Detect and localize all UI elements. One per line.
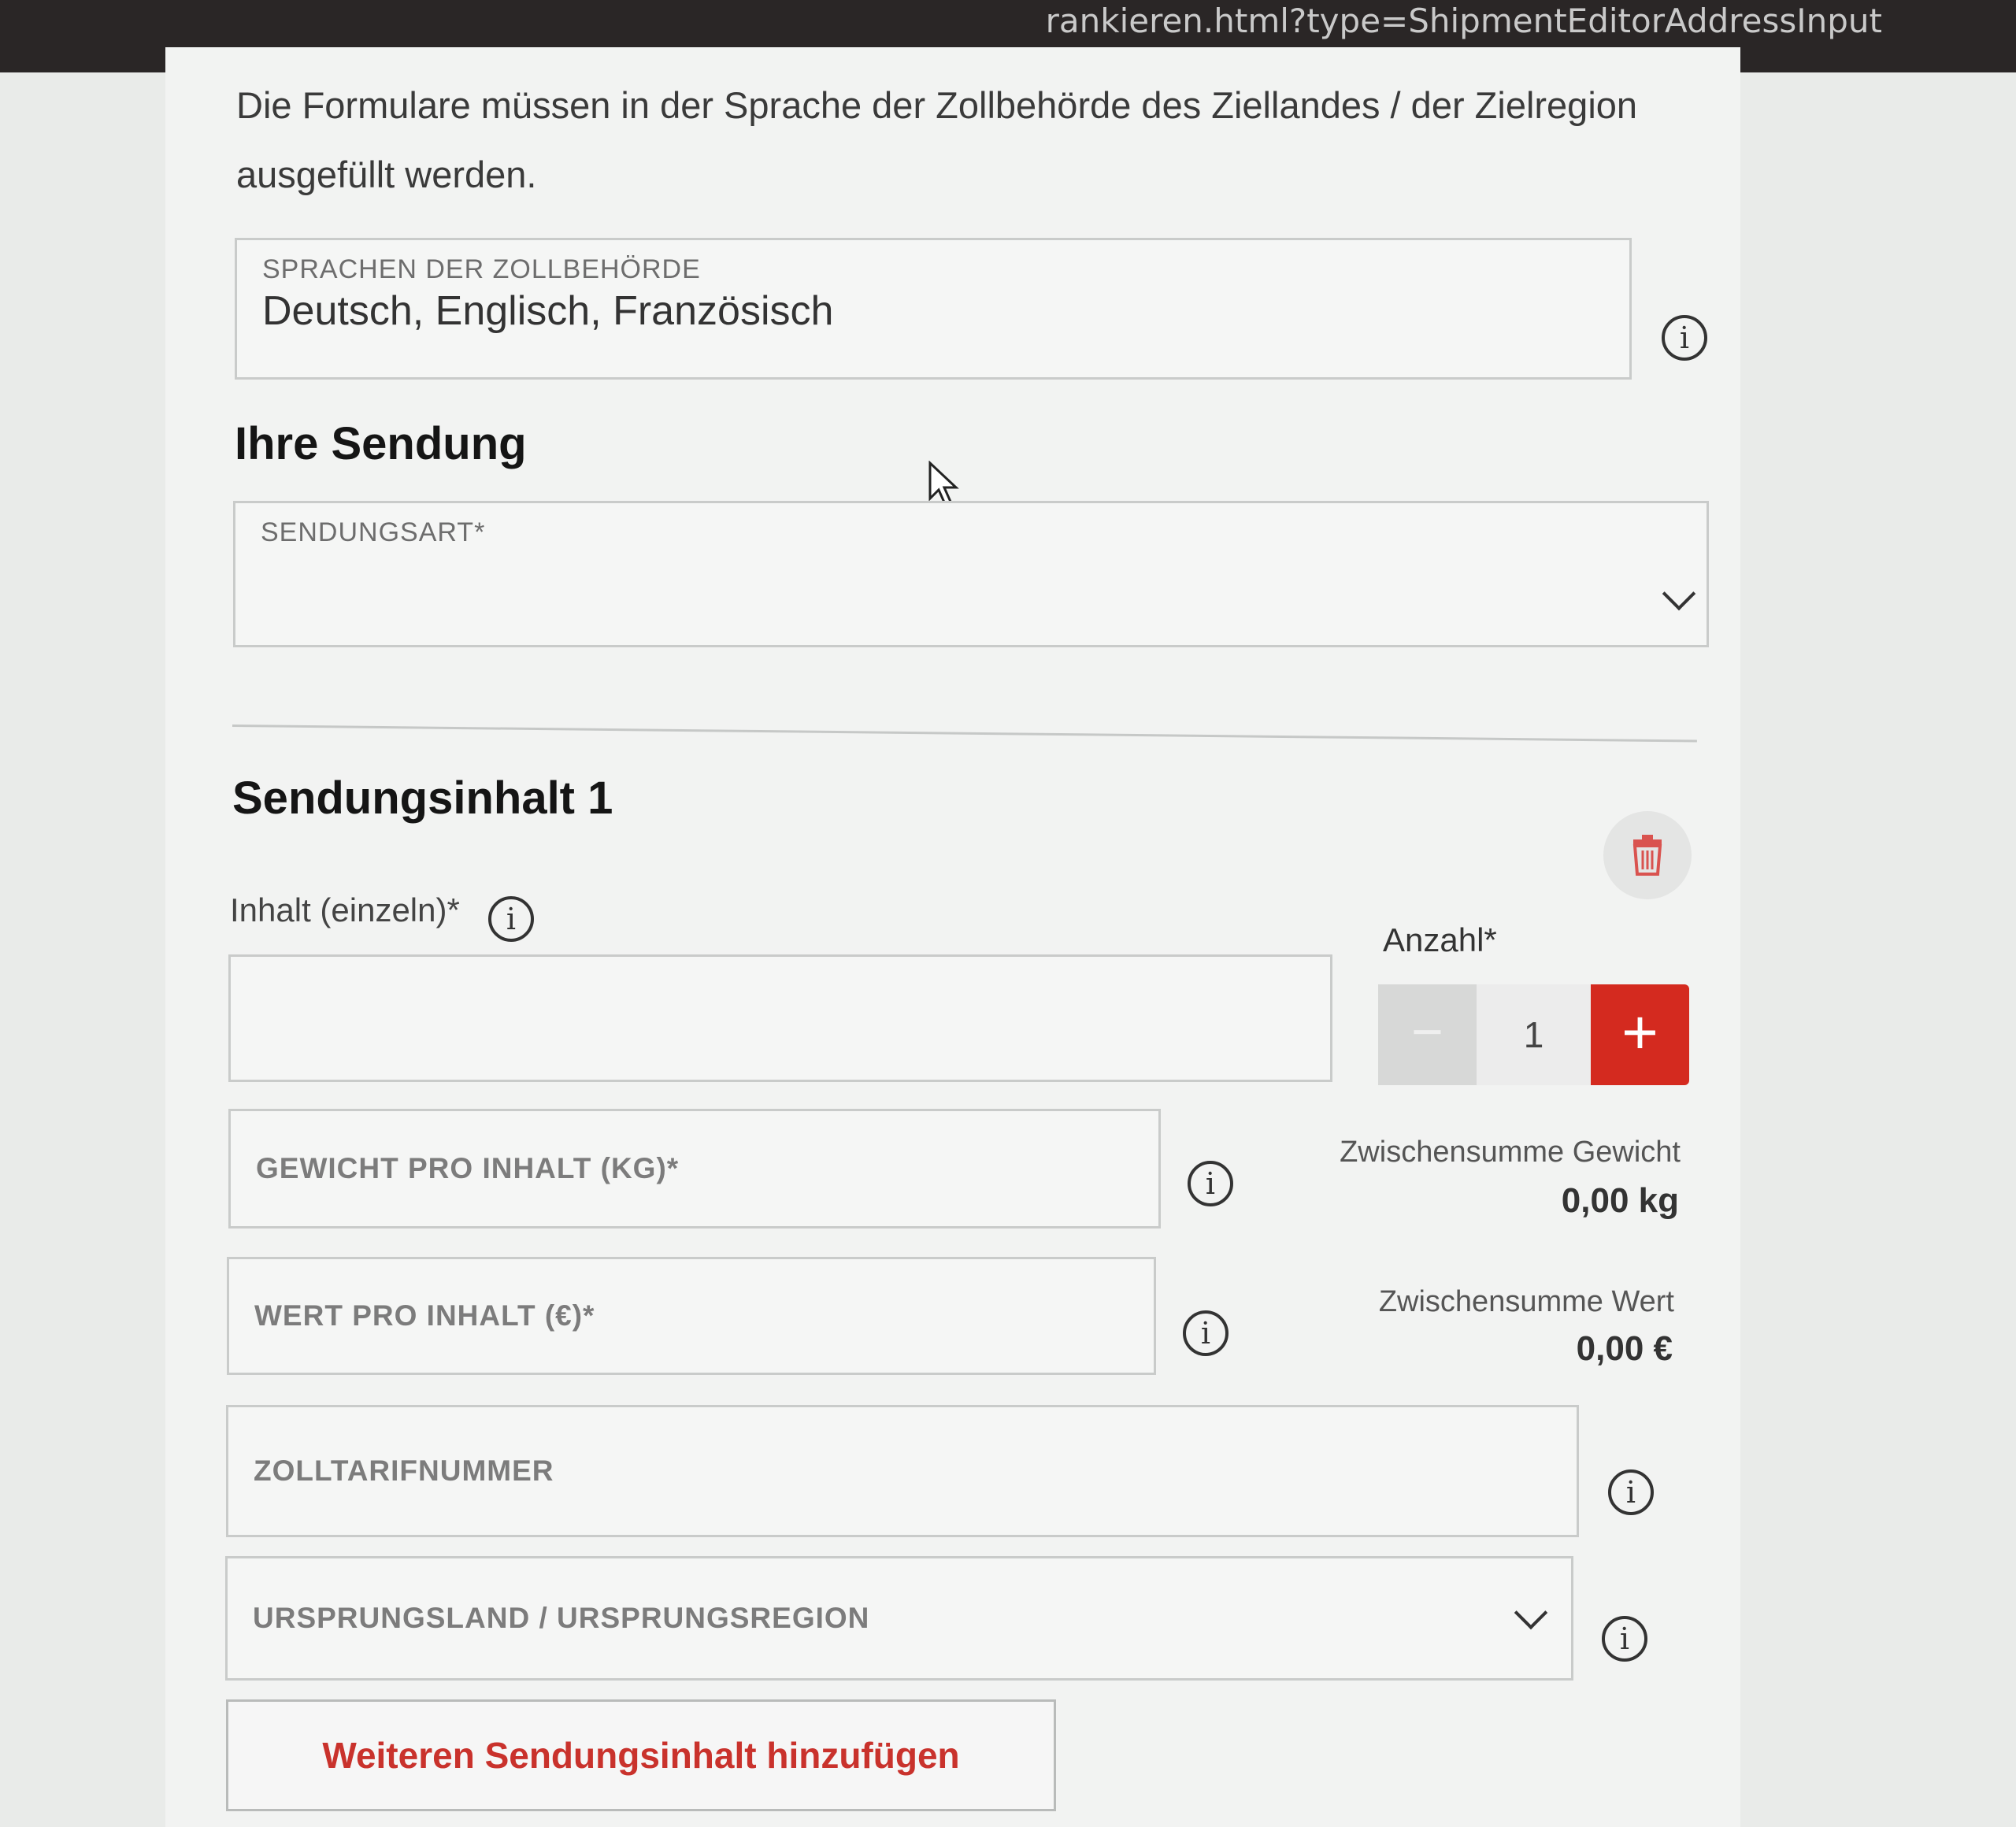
shipment-heading: Ihre Sendung (235, 418, 527, 469)
shipment-type-select[interactable]: SENDUNGSART* (233, 501, 1709, 647)
info-icon[interactable]: i (1602, 1616, 1647, 1662)
customs-language-label: SPRACHEN DER ZOLLBEHÖRDE (262, 254, 701, 284)
subtotal-weight-value: 0,00 kg (1561, 1181, 1679, 1220)
intro-text: Die Formulare müssen in der Sprache der … (236, 71, 1732, 209)
value-label: WERT PRO INHALT (€)* (254, 1299, 595, 1332)
tariff-number-input[interactable]: ZOLLTARIFNUMMER (226, 1405, 1579, 1537)
intro-line-1: Die Formulare müssen in der Sprache der … (236, 84, 1638, 126)
browser-url-text: rankieren.html?type=ShipmentEditorAddres… (1045, 2, 1882, 40)
plus-icon[interactable]: + (1591, 984, 1689, 1085)
trash-icon (1632, 835, 1662, 876)
quantity-stepper[interactable]: − 1 + (1378, 984, 1689, 1085)
subtotal-value-label: Zwischensumme Wert (1378, 1285, 1674, 1318)
info-icon[interactable]: i (1608, 1469, 1654, 1515)
minus-icon[interactable]: − (1378, 984, 1477, 1085)
origin-country-select[interactable]: URSPRUNGSLAND / URSPRUNGSREGION (225, 1556, 1573, 1681)
origin-country-label: URSPRUNGSLAND / URSPRUNGSREGION (253, 1602, 870, 1634)
delete-content-button[interactable] (1603, 811, 1692, 899)
chevron-down-icon (1662, 576, 1696, 611)
subtotal-weight-label: Zwischensumme Gewicht (1340, 1136, 1681, 1169)
info-icon[interactable]: i (1662, 315, 1707, 361)
subtotal-value-value: 0,00 € (1576, 1329, 1673, 1368)
add-content-button[interactable]: Weiteren Sendungsinhalt hinzufügen (226, 1699, 1056, 1811)
weight-label: GEWICHT PRO INHALT (KG)* (256, 1152, 680, 1184)
quantity-value[interactable]: 1 (1477, 984, 1591, 1085)
chevron-down-icon (1514, 1595, 1548, 1630)
customs-language-field[interactable]: SPRACHEN DER ZOLLBEHÖRDE Deutsch, Englis… (235, 238, 1632, 380)
weight-input[interactable]: GEWICHT PRO INHALT (KG)* (228, 1109, 1161, 1228)
intro-line-2: ausgefüllt werden. (236, 154, 537, 195)
item-label: Inhalt (einzeln)* (230, 891, 460, 928)
content-heading: Sendungsinhalt 1 (232, 773, 613, 824)
value-input[interactable]: WERT PRO INHALT (€)* (227, 1257, 1156, 1375)
shipment-type-label: SENDUNGSART* (261, 517, 486, 547)
info-icon[interactable]: i (488, 896, 534, 942)
quantity-label: Anzahl* (1383, 921, 1497, 958)
item-input[interactable] (228, 954, 1332, 1082)
tariff-number-label: ZOLLTARIFNUMMER (254, 1455, 554, 1487)
customs-language-value: Deutsch, Englisch, Französisch (262, 288, 834, 334)
